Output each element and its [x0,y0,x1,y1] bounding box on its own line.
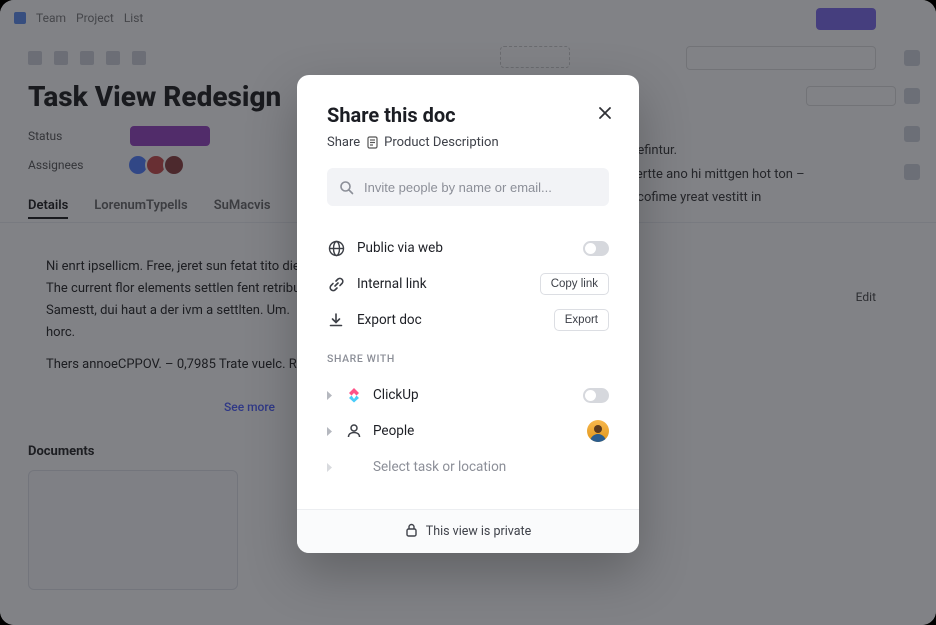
share-people-row[interactable]: People [327,413,609,449]
download-icon [327,311,345,329]
invite-search[interactable] [327,168,609,206]
globe-icon [327,239,345,257]
lock-icon [405,523,418,541]
modal-footer: This view is private [297,509,639,553]
clickup-logo-icon [345,386,363,404]
privacy-text: This view is private [426,524,532,539]
public-web-toggle[interactable] [583,241,609,256]
share-word: Share [327,135,360,150]
chevron-right-icon [327,463,335,472]
person-icon [345,422,363,440]
chevron-right-icon [327,391,335,400]
copy-link-button[interactable]: Copy link [540,273,609,295]
share-with-label: SHARE WITH [327,352,609,365]
modal-subtitle: Share Product Description [327,135,609,150]
share-modal: Share this doc Share Product Description… [297,75,639,553]
export-doc-label: Export doc [357,312,542,328]
link-icon [327,275,345,293]
chevron-right-icon [327,427,335,436]
share-people-label: People [373,423,577,439]
internal-link-row: Internal link Copy link [327,266,609,302]
share-clickup-label: ClickUp [373,387,573,403]
doc-name: Product Description [384,135,499,150]
export-row: Export doc Export [327,302,609,338]
close-icon [598,106,612,120]
internal-link-label: Internal link [357,276,528,292]
public-web-label: Public via web [357,240,571,256]
share-clickup-row[interactable]: ClickUp [327,377,609,413]
export-button[interactable]: Export [554,309,609,331]
person-avatar[interactable] [587,420,609,442]
search-icon [339,180,354,195]
select-task-row[interactable]: Select task or location [327,449,609,485]
select-task-placeholder: Select task or location [373,459,609,475]
modal-title: Share this doc [327,103,609,127]
doc-icon [366,136,378,150]
invite-input[interactable] [364,180,597,195]
public-web-row: Public via web [327,230,609,266]
clickup-toggle[interactable] [583,388,609,403]
close-button[interactable] [595,103,615,123]
